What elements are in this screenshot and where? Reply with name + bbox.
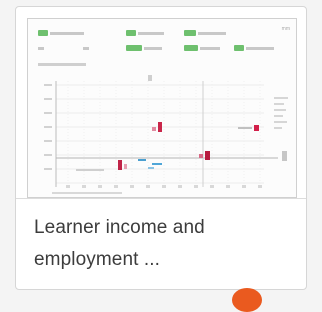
chart-x-ticks [52, 185, 262, 194]
card-title[interactable]: Learner income and employment ... [34, 212, 274, 276]
chart-markers [76, 122, 287, 171]
chart-gridlines [56, 84, 264, 184]
thumbnail-chart [38, 63, 288, 194]
chart-header [38, 63, 152, 81]
marker-6 [118, 160, 122, 170]
marker-3-label [238, 127, 252, 129]
marker-1 [158, 122, 162, 132]
card-divider [16, 198, 306, 199]
marker-10-label [76, 169, 104, 171]
marker-2 [152, 127, 156, 131]
chart-vertical-gridlines [67, 81, 261, 187]
marker-5 [199, 154, 203, 158]
marker-9 [152, 163, 162, 165]
chart-scroll-indicator [282, 151, 287, 161]
chart-legend [274, 97, 288, 129]
marker-3 [254, 125, 259, 131]
notification-badge [232, 288, 262, 312]
marker-10 [148, 167, 154, 169]
sheet-thumbnail[interactable]: mm [27, 18, 297, 198]
marker-8 [138, 159, 146, 161]
marker-7 [124, 164, 127, 169]
marker-4 [205, 151, 210, 160]
app-card[interactable]: mm Learner income and employment ... [15, 6, 307, 290]
chart-y-ticks [44, 84, 52, 170]
